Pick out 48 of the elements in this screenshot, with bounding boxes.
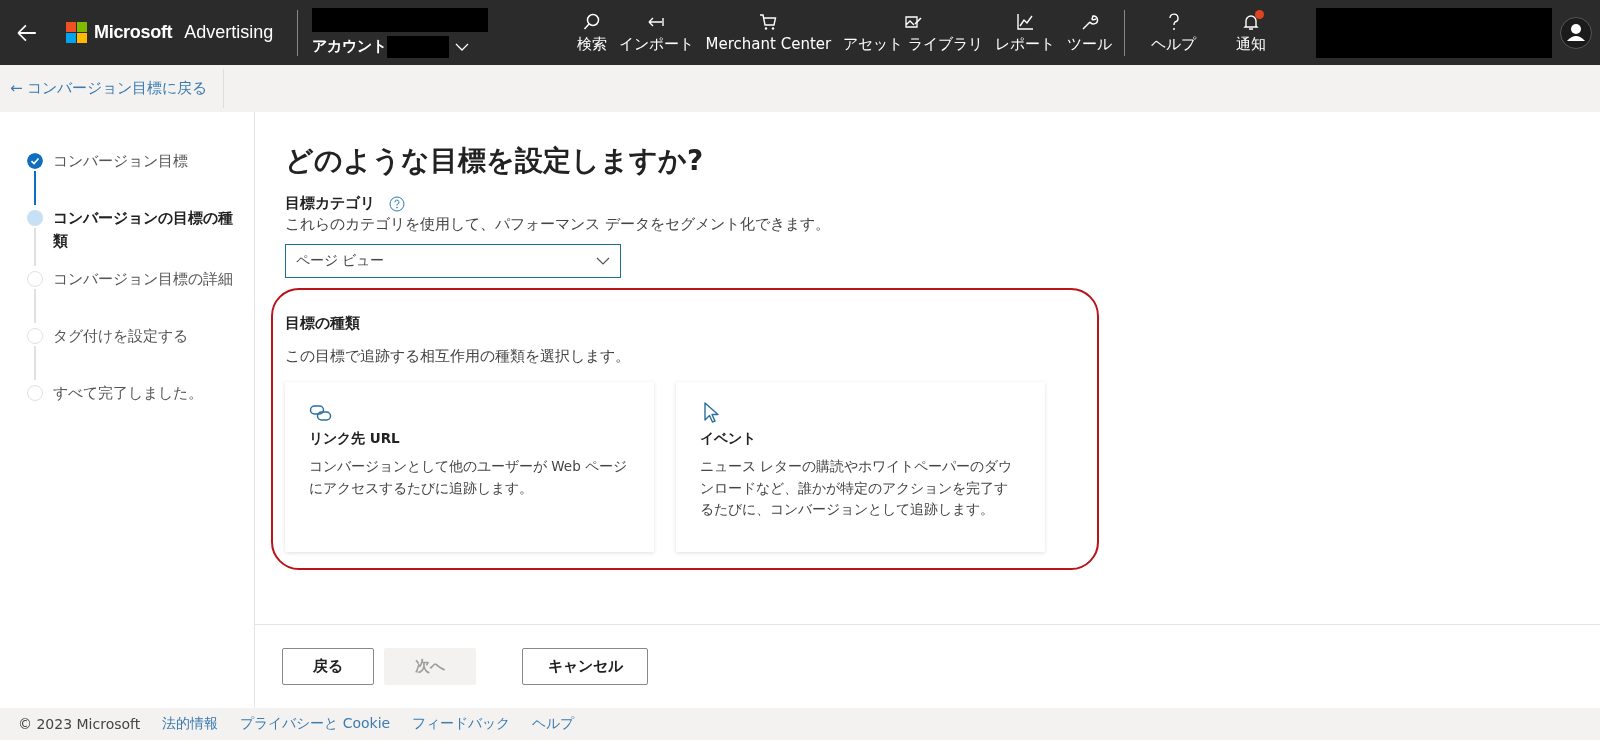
category-dropdown[interactable]: ページ ビュー [285, 244, 621, 278]
link-icon [309, 402, 333, 424]
copyright: © 2023 Microsoft [18, 716, 141, 732]
footer-link[interactable]: ヘルプ [532, 715, 575, 733]
card-description: コンバージョンとして他のユーザーが Web ページにアクセスするたびに追跡します。 [309, 457, 628, 498]
back-link[interactable]: ← コンバージョン目標に戻る [0, 69, 225, 108]
cart-icon [758, 12, 779, 32]
chevron-down-icon [596, 257, 610, 265]
action-button[interactable]: 戻る [282, 648, 374, 685]
footer-link[interactable]: プライバシーと Cookie [240, 715, 391, 733]
step-label: コンバージョンの目標の種類 [53, 208, 234, 252]
nav-button[interactable]: 検索 [570, 7, 613, 58]
redacted-block [387, 35, 450, 58]
check-circle-icon [27, 153, 43, 169]
help-icon[interactable] [389, 195, 405, 212]
account-label[interactable]: アカウント [312, 37, 388, 56]
footer-link[interactable]: 法的情報 [162, 715, 219, 733]
step-label: コンバージョン目標の詳細 [53, 269, 234, 290]
goal-type-card[interactable]: リンク先 URL コンバージョンとして他のユーザーが Web ページにアクセスするたびに追跡します。 [285, 382, 654, 552]
nav-button[interactable]: Merchant Center [699, 8, 838, 57]
nav-button[interactable]: 通知 [1216, 7, 1286, 58]
nav-button[interactable]: ヘルプ [1131, 7, 1216, 58]
step-label: タグ付けを設定する [53, 326, 189, 347]
footer-link[interactable]: フィードバック [412, 715, 511, 733]
nav-button[interactable]: レポート [989, 7, 1061, 58]
nav-button[interactable]: インポート [612, 7, 700, 58]
step-label: コンバージョン目標 [53, 151, 189, 172]
avatar-icon[interactable] [1560, 16, 1592, 49]
card-title: リンク先 URL [309, 430, 401, 448]
section-description: この目標で追跡する相互作用の種類を選択します。 [285, 347, 631, 366]
field-label: 目標カテゴリ [285, 194, 375, 213]
action-button[interactable]: キャンセル [522, 648, 648, 685]
page-heading: どのような目標を設定しますか? [285, 143, 705, 179]
step-dot [27, 210, 43, 226]
card-title: イベント [700, 430, 757, 448]
brand-name: Microsoft [94, 22, 173, 43]
goal-type-card[interactable]: イベント ニュース レターの購読やホワイトペーパーのダウンロードなど、誰かが特定のアクションを完了するたびに、コンバージョンとして追跡します。 [676, 382, 1045, 552]
card-description: ニュース レターの購読やホワイトペーパーのダウンロードなど、誰かが特定のアクションを完了するたびに、コンバージョンとして追跡します。 [700, 457, 1014, 520]
field-description: これらのカテゴリを使用して、パフォーマンス データをセグメント化できます。 [285, 215, 831, 234]
line-chart-icon [1015, 11, 1035, 32]
product-name: Advertising [184, 22, 274, 43]
nav-button[interactable]: ツール [1061, 7, 1118, 58]
section-title: 目標の種類 [285, 314, 361, 333]
chevron-down-icon[interactable] [455, 42, 470, 51]
logo-icon [66, 21, 88, 44]
search-icon [581, 11, 602, 32]
nav-button[interactable]: アセット ライブラリ [837, 7, 989, 58]
step-label: すべて完了しました。 [53, 383, 204, 404]
